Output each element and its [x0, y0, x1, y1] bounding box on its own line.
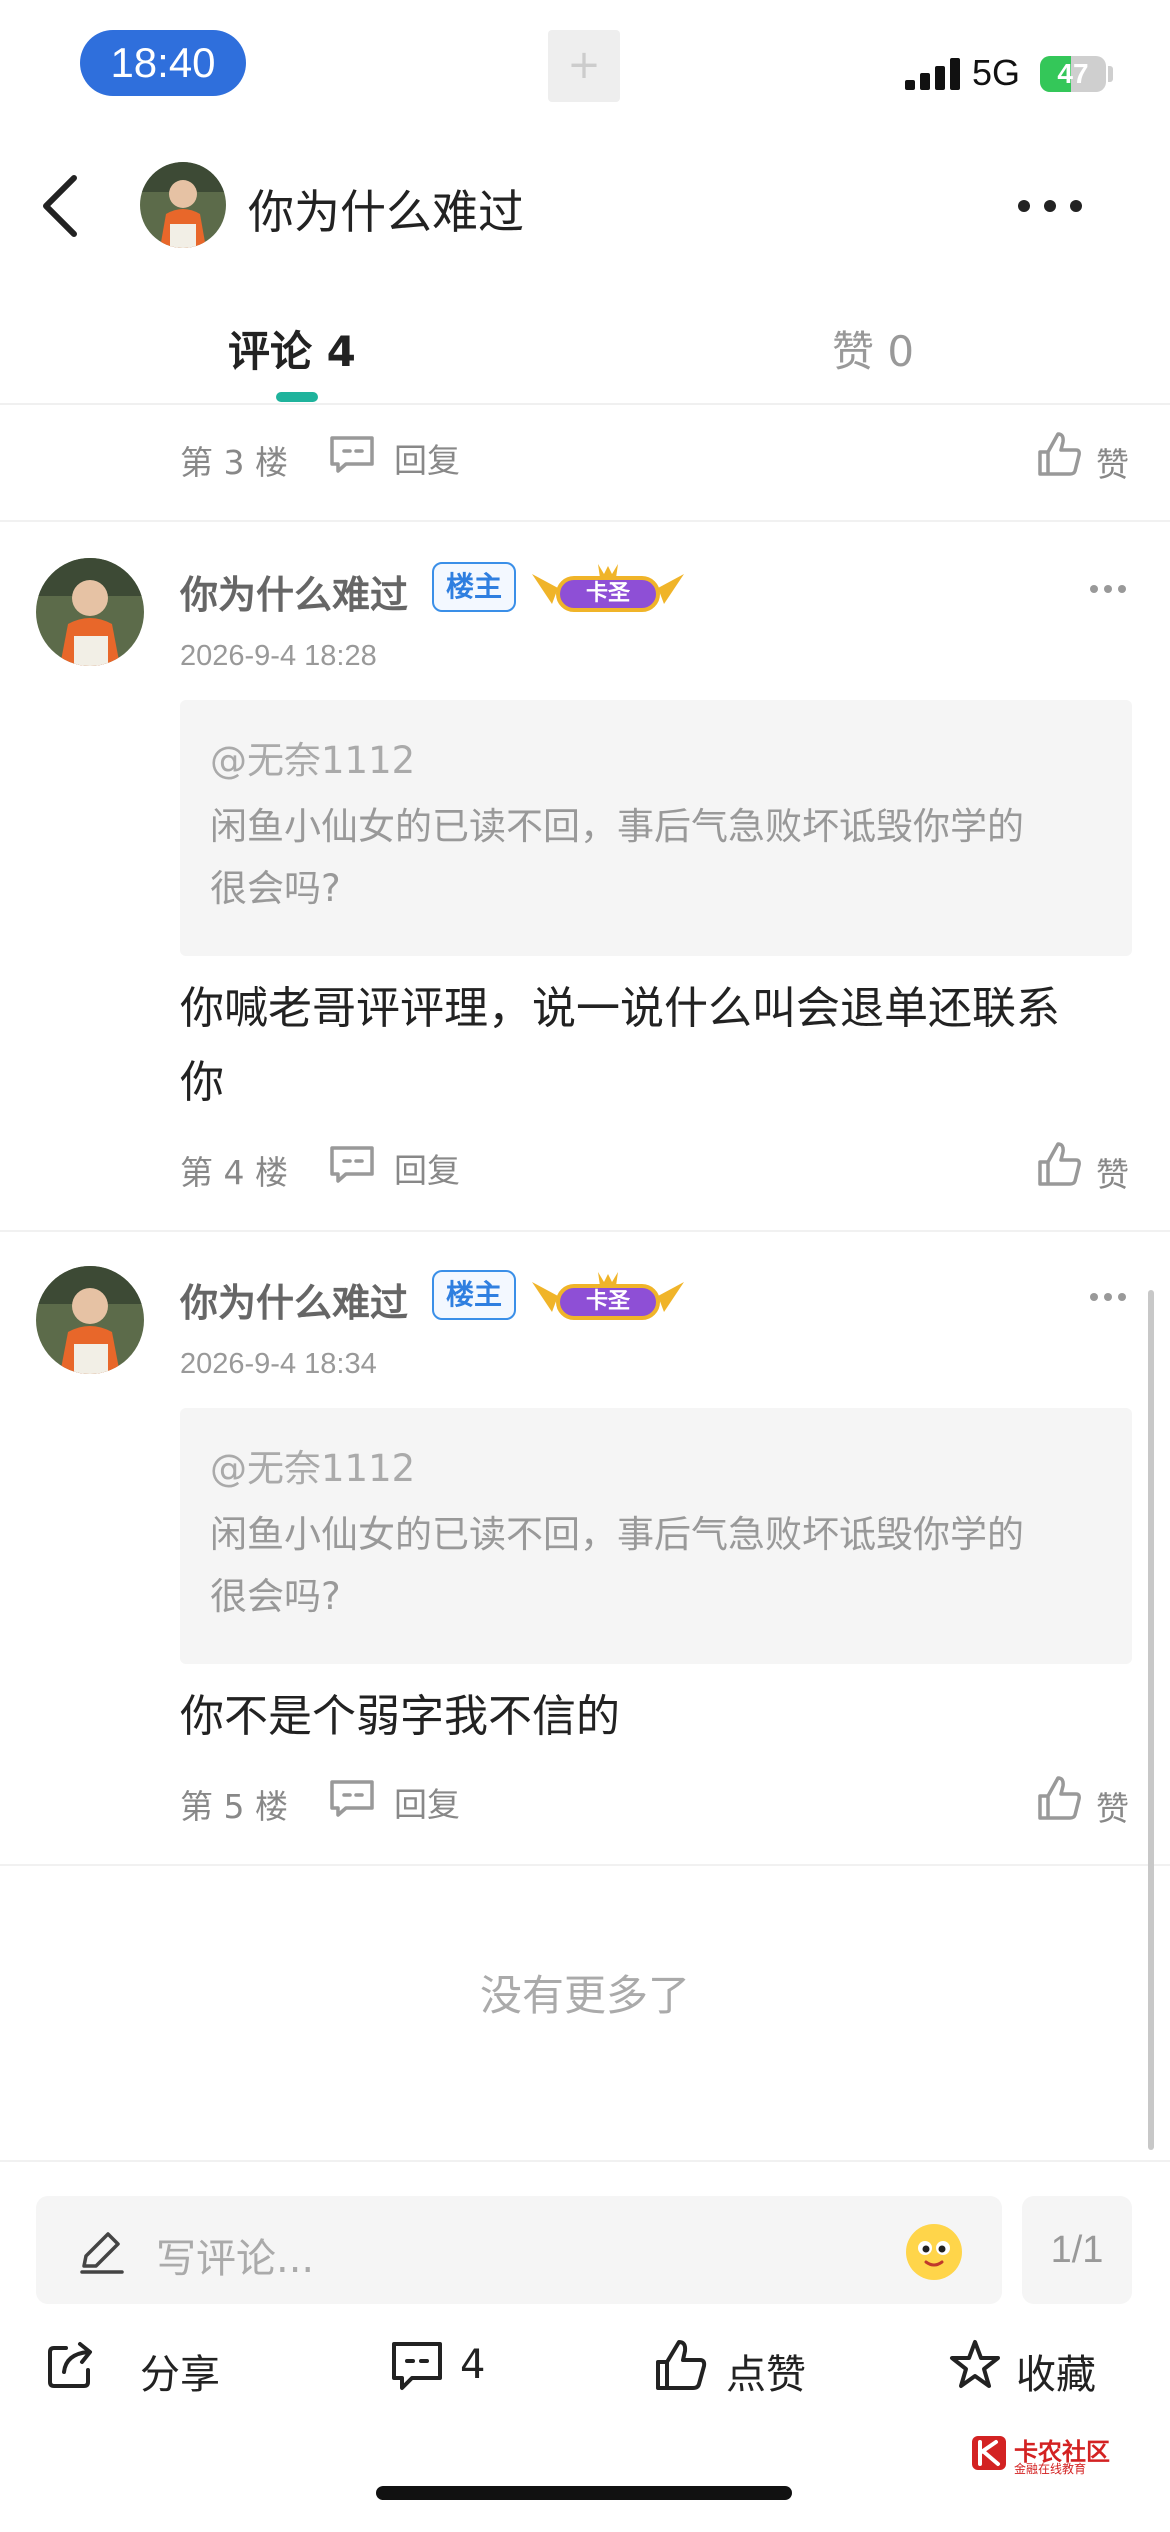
like-label: 赞	[1096, 1155, 1129, 1194]
comment-more-button[interactable]	[1088, 1290, 1128, 1304]
avatar-image	[140, 162, 226, 248]
reply-icon	[330, 436, 374, 473]
like-label: 赞	[1096, 1789, 1129, 1828]
battery-icon: 47	[1040, 56, 1106, 92]
comment-author[interactable]: 你为什么难过	[180, 1272, 408, 1327]
watermark-logo: 卡农社区 金融在线教育	[968, 2432, 1148, 2482]
header-avatar[interactable]	[140, 162, 226, 248]
like-button[interactable]: 赞	[1036, 1140, 1129, 1194]
reply-label: 回复	[394, 1785, 460, 1824]
signal-icon	[905, 58, 963, 90]
reply-label: 回复	[394, 1151, 460, 1190]
more-options-button[interactable]	[1010, 186, 1090, 226]
quoted-text-line: 闲鱼小仙女的已读不回，事后气急败坏诋毁你学的	[210, 805, 1024, 848]
back-button[interactable]	[30, 166, 90, 246]
status-time: 18:40	[80, 30, 246, 96]
like-button[interactable]: 赞	[1036, 1774, 1129, 1828]
comment-body-line: 你喊老哥评评理，说一说什么叫会退单还联系	[180, 983, 1060, 1034]
like-post-label: 点赞	[726, 2352, 806, 2398]
like-label: 赞	[1096, 445, 1129, 484]
watermark-subtitle: 金融在线教育	[1014, 2462, 1087, 2476]
reply-icon	[330, 1780, 374, 1817]
like-post-button[interactable]: 点赞	[654, 2338, 814, 2398]
page-title: 你为什么难过	[248, 185, 524, 239]
reply-icon	[330, 1146, 374, 1183]
floor-label: 第 3 楼	[180, 443, 288, 482]
end-of-list-text: 没有更多了	[479, 1971, 690, 2020]
network-type: 5G	[972, 52, 1021, 93]
comment-timestamp: 2026-9-4 18:28	[180, 640, 377, 672]
avatar-image	[36, 558, 144, 666]
comment-avatar[interactable]	[36, 558, 144, 666]
chevron-left-icon	[43, 175, 77, 237]
active-tab-indicator	[276, 392, 318, 402]
star-icon	[950, 2340, 1000, 2388]
thumbs-up-icon	[656, 2340, 707, 2390]
quoted-comment[interactable]: @无奈1112 闲鱼小仙女的已读不回，事后气急败坏诋毁你学的 很会吗?	[180, 700, 1132, 956]
comment-avatar[interactable]	[36, 1266, 144, 1374]
rank-badge-label: 卡圣	[585, 581, 630, 606]
rank-badge: 卡圣	[528, 560, 688, 616]
op-badge: 楼主	[432, 562, 516, 612]
op-badge: 楼主	[432, 1270, 516, 1320]
comment-icon	[392, 2342, 442, 2390]
reply-button[interactable]: 回复	[328, 1778, 460, 1824]
comment-input-placeholder[interactable]: 写评论...	[156, 2226, 314, 2284]
rank-badge: 卡圣	[528, 1268, 688, 1324]
favorite-label: 收藏	[1016, 2352, 1096, 2398]
comment-more-button[interactable]	[1088, 582, 1128, 596]
comment-separator	[0, 1864, 1170, 1866]
avatar-image	[36, 1266, 144, 1374]
share-button[interactable]: 分享	[44, 2338, 220, 2398]
comment-timestamp: 2026-9-4 18:34	[180, 1348, 377, 1380]
quoted-user[interactable]: @无奈1112	[210, 1438, 415, 1492]
floor-label: 第 5 楼	[180, 1787, 288, 1826]
tab-comments[interactable]: 评论 4	[228, 318, 356, 379]
quoted-text-line: 很会吗?	[210, 1575, 341, 1618]
battery-tip	[1108, 66, 1113, 82]
thumbs-up-icon	[1038, 432, 1081, 476]
comments-count: 4	[460, 2342, 486, 2388]
quoted-user[interactable]: @无奈1112	[210, 730, 415, 784]
quoted-text-line: 很会吗?	[210, 867, 341, 910]
share-label: 分享	[140, 2352, 220, 2398]
tab-divider	[0, 403, 1170, 405]
comments-button[interactable]: 4	[390, 2338, 510, 2398]
reply-button[interactable]: 回复	[328, 434, 460, 480]
thumbs-up-icon	[1038, 1142, 1081, 1186]
like-button[interactable]: 赞	[1036, 430, 1129, 484]
page-indicator[interactable]: 1/1	[1022, 2196, 1132, 2304]
reply-label: 回复	[394, 441, 460, 480]
favorite-button[interactable]: 收藏	[948, 2338, 1108, 2398]
share-icon	[48, 2342, 92, 2388]
battery-level: 47	[1057, 58, 1089, 89]
kanong-logo-icon	[972, 2436, 1006, 2470]
comment-body-line: 你	[180, 1057, 224, 1108]
emoji-icon	[908, 2226, 960, 2278]
rank-badge-label: 卡圣	[585, 1289, 630, 1314]
pen-icon	[76, 2226, 126, 2276]
reply-button[interactable]: 回复	[328, 1144, 460, 1190]
comment-separator	[0, 1230, 1170, 1232]
screen-recording-indicator: +	[548, 30, 620, 102]
quoted-text-line: 闲鱼小仙女的已读不回，事后气急败坏诋毁你学的	[210, 1513, 1024, 1556]
comment-author[interactable]: 你为什么难过	[180, 564, 408, 619]
bottom-bar-separator	[0, 2160, 1170, 2162]
emoji-button[interactable]	[906, 2224, 962, 2280]
tab-likes[interactable]: 赞 0	[832, 318, 914, 379]
comment-body-line: 你不是个弱字我不信的	[180, 1691, 620, 1742]
home-indicator[interactable]	[376, 2486, 792, 2500]
thumbs-up-icon	[1038, 1776, 1081, 1820]
quoted-comment[interactable]: @无奈1112 闲鱼小仙女的已读不回，事后气急败坏诋毁你学的 很会吗?	[180, 1408, 1132, 1664]
floor-label: 第 4 楼	[180, 1153, 288, 1192]
scrollbar[interactable]	[1148, 1290, 1154, 2150]
comment-separator	[0, 520, 1170, 522]
